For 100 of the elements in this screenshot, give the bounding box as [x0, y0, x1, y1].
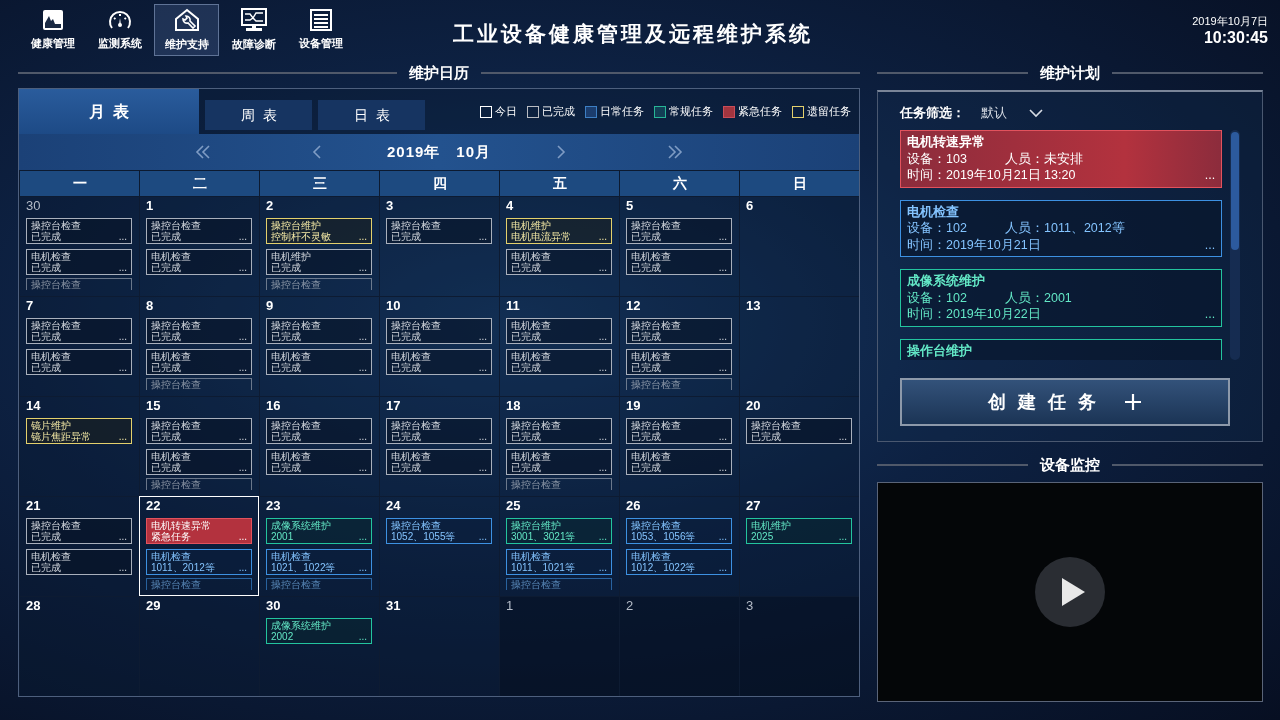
task-card[interactable]: 操控台检查 已完成 ... — [26, 218, 132, 244]
day-cell[interactable]: 26 操控台检查 1053、1056等 ... 电机检查 1012、1022等 ... — [619, 496, 739, 596]
more-button[interactable]: ... — [718, 531, 727, 542]
task-card[interactable]: 操控台检查 已完成 ... — [386, 218, 492, 244]
day-cell[interactable]: 10 操控台检查 已完成 ... 电机检查 已完成 ... — [379, 296, 499, 396]
more-button[interactable]: ... — [718, 331, 727, 342]
plan-card[interactable]: 电机转速异常 设备：103 人员：未安排 时间：2019年10月21日 13:20 ... — [900, 130, 1223, 188]
more-button[interactable]: ... — [238, 231, 247, 242]
task-card[interactable]: 电机检查 已完成 ... — [146, 449, 252, 475]
scrollbar[interactable] — [1230, 130, 1240, 360]
task-card[interactable]: 电机检查 已完成 ... — [626, 349, 732, 375]
nav-tab[interactable]: 故障诊断 — [221, 4, 286, 56]
day-cell[interactable]: 2 操控台维护 控制杆不灵敏 ... 电机维护 已完成 ... 操控台检查 — [259, 196, 379, 296]
day-cell[interactable]: 30 成像系统维护 2002 ... — [259, 596, 379, 696]
more-button[interactable]: ... — [238, 262, 247, 273]
more-button[interactable]: ... — [118, 431, 127, 442]
more-button[interactable]: ... — [718, 262, 727, 273]
view-tab[interactable]: 月表 — [19, 89, 199, 134]
day-cell[interactable]: 19 操控台检查 已完成 ... 电机检查 已完成 ... — [619, 396, 739, 496]
day-cell[interactable]: 21 操控台检查 已完成 ... 电机检查 已完成 ... — [19, 496, 139, 596]
day-cell[interactable]: 6 — [739, 196, 859, 296]
more-button[interactable]: ... — [358, 362, 367, 373]
more-button[interactable]: ... — [238, 531, 247, 542]
more-button[interactable]: ... — [238, 362, 247, 373]
task-card[interactable]: 操控台检查 已完成 ... — [266, 318, 372, 344]
day-cell[interactable]: 12 操控台检查 已完成 ... 电机检查 已完成 ... 操控台检查 — [619, 296, 739, 396]
task-card[interactable]: 操控台检查 已完成 ... — [26, 518, 132, 544]
more-button[interactable]: ... — [118, 331, 127, 342]
more-button[interactable]: ... — [718, 431, 727, 442]
day-cell[interactable]: 4 电机维护 电机电流异常 ... 电机检查 已完成 ... — [499, 196, 619, 296]
task-card[interactable]: 操控台检查 已完成 ... — [146, 418, 252, 444]
task-card[interactable]: 操控台维护 3001、3021等 ... — [506, 518, 612, 544]
view-tab[interactable]: 周表 — [205, 100, 312, 130]
task-card[interactable]: 操控台维护 控制杆不灵敏 ... — [266, 218, 372, 244]
more-button[interactable]: ... — [358, 331, 367, 342]
day-cell[interactable]: 2 — [619, 596, 739, 696]
task-card[interactable]: 电机检查 已完成 ... — [506, 249, 612, 275]
more-button[interactable]: ... — [478, 462, 487, 473]
more-button[interactable]: ... — [358, 462, 367, 473]
more-button[interactable]: ... — [838, 531, 847, 542]
day-cell[interactable]: 8 操控台检查 已完成 ... 电机检查 已完成 ... 操控台检查 — [139, 296, 259, 396]
more-button[interactable]: ... — [118, 262, 127, 273]
task-card[interactable]: 电机检查 已完成 ... — [386, 449, 492, 475]
task-card[interactable]: 电机检查 1021、1022等 ... — [266, 549, 372, 575]
more-button[interactable]: ... — [478, 431, 487, 442]
day-cell[interactable]: 31 — [379, 596, 499, 696]
task-card[interactable]: 电机检查 已完成 ... — [26, 549, 132, 575]
day-cell[interactable]: 15 操控台检查 已完成 ... 电机检查 已完成 ... 操控台检查 — [139, 396, 259, 496]
task-card[interactable]: 电机检查 已完成 ... — [386, 349, 492, 375]
more-button[interactable]: ... — [598, 531, 607, 542]
task-card[interactable]: 操控台检查 已完成 ... — [506, 418, 612, 444]
more-button[interactable]: ... — [1204, 167, 1216, 184]
more-button[interactable]: ... — [358, 262, 367, 273]
more-button[interactable]: ... — [118, 531, 127, 542]
task-card[interactable]: 电机检查 1012、1022等 ... — [626, 549, 732, 575]
play-button-icon[interactable] — [1035, 557, 1105, 627]
day-cell[interactable]: 14 镜片维护 镜片焦距异常 ... — [19, 396, 139, 496]
more-button[interactable]: ... — [838, 431, 847, 442]
task-card[interactable]: 成像系统维护 2002 ... — [266, 618, 372, 644]
task-card[interactable]: 电机检查 已完成 ... — [146, 349, 252, 375]
day-cell[interactable]: 28 — [19, 596, 139, 696]
more-button[interactable]: ... — [358, 531, 367, 542]
more-button[interactable]: ... — [718, 462, 727, 473]
more-button[interactable]: ... — [238, 462, 247, 473]
selected-day-cell[interactable]: 22 电机转速异常 紧急任务 ... 电机检查 1011、2012等 ... 操控台检查 — [139, 496, 259, 596]
more-button[interactable]: ... — [478, 331, 487, 342]
day-cell[interactable]: 25 操控台维护 3001、3021等 ... 电机检查 1011、1021等 ... 操控台检查 — [499, 496, 619, 596]
more-button[interactable]: ... — [598, 331, 607, 342]
more-button[interactable]: ... — [598, 262, 607, 273]
more-button[interactable]: ... — [718, 562, 727, 573]
task-card[interactable]: 电机检查 已完成 ... — [146, 249, 252, 275]
task-card[interactable]: 电机检查 1011、1021等 ... — [506, 549, 612, 575]
plan-card[interactable]: 成像系统维护 设备：102 人员：2001 时间：2019年10月22日 ... — [900, 269, 1223, 327]
nav-tab[interactable]: 维护支持 — [154, 4, 219, 56]
task-card[interactable]: 操控台检查 1052、1055等 ... — [386, 518, 492, 544]
plan-card[interactable]: 电机检查 设备：102 人员：1011、2012等 时间：2019年10月21日 ... — [900, 199, 1223, 257]
task-card[interactable]: 电机检查 已完成 ... — [506, 449, 612, 475]
more-button[interactable]: ... — [358, 631, 367, 642]
day-cell[interactable]: 3 — [739, 596, 859, 696]
day-cell[interactable]: 20 操控台检查 已完成 ... — [739, 396, 859, 496]
day-cell[interactable]: 7 操控台检查 已完成 ... 电机检查 已完成 ... — [19, 296, 139, 396]
task-card[interactable]: 操控台检查 已完成 ... — [626, 418, 732, 444]
day-cell[interactable]: 9 操控台检查 已完成 ... 电机检查 已完成 ... — [259, 296, 379, 396]
task-card[interactable]: 操控台检查 已完成 ... — [386, 418, 492, 444]
day-cell[interactable]: 29 — [139, 596, 259, 696]
more-button[interactable]: ... — [238, 431, 247, 442]
chevron-right-icon[interactable] — [554, 144, 568, 160]
nav-tab[interactable]: 监测系统 — [87, 4, 152, 56]
more-button[interactable]: ... — [718, 231, 727, 242]
plan-card[interactable]: 操作台维护 — [900, 338, 1223, 360]
task-card[interactable]: 电机检查 已完成 ... — [26, 249, 132, 275]
task-card[interactable]: 电机维护 2025 ... — [746, 518, 852, 544]
task-card[interactable]: 操控台检查 已完成 ... — [146, 318, 252, 344]
more-button[interactable]: ... — [358, 231, 367, 242]
more-button[interactable]: ... — [1204, 306, 1216, 323]
task-card[interactable]: 电机检查 已完成 ... — [506, 318, 612, 344]
day-cell[interactable]: 5 操控台检查 已完成 ... 电机检查 已完成 ... — [619, 196, 739, 296]
more-button[interactable]: ... — [598, 431, 607, 442]
day-cell[interactable]: 30 操控台检查 已完成 ... 电机检查 已完成 ... 操控台检查 — [19, 196, 139, 296]
more-button[interactable]: ... — [1204, 236, 1216, 253]
